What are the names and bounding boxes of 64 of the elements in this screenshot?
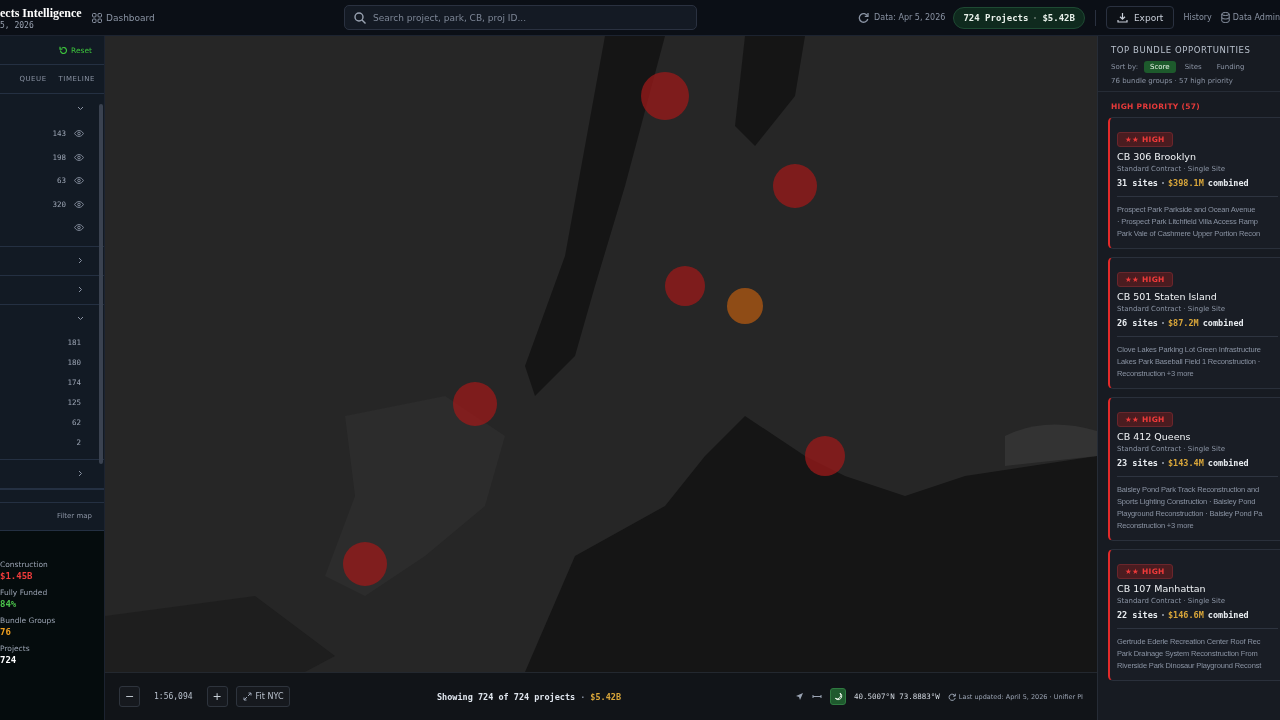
combined-label: combined xyxy=(1207,458,1249,468)
map-scale: 1:56,094 xyxy=(154,692,193,701)
refresh-icon xyxy=(858,12,870,23)
data-admin-link[interactable]: Data Admin xyxy=(1220,12,1280,23)
combined-amount: $143.4M xyxy=(1167,458,1204,468)
scrollbar[interactable] xyxy=(99,104,103,464)
zoom-out-button[interactable]: − xyxy=(119,686,140,707)
app-title: ects Intelligence xyxy=(0,5,83,20)
zoom-in-button[interactable]: + xyxy=(206,686,228,707)
eye-icon[interactable] xyxy=(74,200,84,208)
showing-label: Showing 724 of 724 projects xyxy=(437,691,576,702)
database-icon xyxy=(1220,12,1230,23)
stat-value: 84% xyxy=(0,597,18,610)
sites-count: 23 sites xyxy=(1117,458,1158,468)
data-date-label: Data: Apr 5, 2026 xyxy=(874,13,946,22)
bundle-card[interactable] xyxy=(1108,549,1280,681)
combined-label: combined xyxy=(1202,318,1244,328)
stat-value: 76 xyxy=(0,625,12,638)
card-title: CB 501 Staten Island xyxy=(1117,291,1218,302)
grid-icon xyxy=(92,12,102,23)
sites-count: 31 sites xyxy=(1117,178,1158,188)
stat-value: 724 xyxy=(0,653,18,666)
combined-label: combined xyxy=(1207,178,1249,188)
sites-count: 22 sites xyxy=(1117,610,1158,620)
eye-icon[interactable] xyxy=(74,130,84,138)
dark-mode-toggle[interactable] xyxy=(830,688,846,705)
search-icon xyxy=(354,12,366,24)
sites-count: 26 sites xyxy=(1117,318,1158,328)
combined-amount: $87.2M xyxy=(1167,318,1199,328)
card-title: CB 107 Manhattan xyxy=(1117,583,1207,594)
eye-icon[interactable] xyxy=(74,177,84,185)
navigation-arrow-icon xyxy=(795,692,804,701)
card-title: CB 412 Queens xyxy=(1117,431,1192,442)
bundle-card[interactable] xyxy=(1108,117,1280,249)
bundle-card[interactable] xyxy=(1108,397,1280,541)
chevron-down-icon[interactable] xyxy=(77,315,84,322)
combined-label: combined xyxy=(1207,610,1249,620)
export-button[interactable]: Export xyxy=(1105,6,1175,29)
eye-icon[interactable] xyxy=(74,153,84,161)
chevron-right-icon[interactable] xyxy=(77,470,84,477)
app-date: 5, 2026 xyxy=(0,21,35,30)
stat-value: $1.45B xyxy=(0,569,34,582)
panel-title: TOP BUNDLE OPPORTUNITIES xyxy=(1111,45,1252,55)
chevron-right-icon[interactable] xyxy=(77,257,84,264)
chevron-right-icon[interactable] xyxy=(77,286,84,293)
total-amount: $5.42B xyxy=(1042,12,1075,23)
card-title: CB 306 Brooklyn xyxy=(1117,151,1197,162)
refresh-icon xyxy=(947,692,956,701)
separator-dot: · xyxy=(580,691,586,702)
project-count: 724 Projects xyxy=(963,12,1029,23)
combined-amount: $146.6M xyxy=(1167,610,1204,620)
history-link[interactable]: History xyxy=(1183,13,1212,22)
moon-icon xyxy=(833,692,843,701)
download-icon xyxy=(1116,12,1128,23)
total-amount: $5.42B xyxy=(590,691,621,702)
chevron-down-icon[interactable] xyxy=(77,104,84,112)
ruler-icon xyxy=(812,692,822,701)
expand-icon xyxy=(242,692,252,701)
combined-amount: $398.1M xyxy=(1167,178,1204,188)
reset-icon xyxy=(59,45,69,55)
search-field[interactable]: Search project, park, CB, proj ID... xyxy=(344,5,697,30)
fit-button[interactable]: Fit NYC xyxy=(235,686,291,707)
dashboard-link[interactable]: Dashboard xyxy=(92,12,344,23)
eye-icon[interactable] xyxy=(74,224,84,232)
